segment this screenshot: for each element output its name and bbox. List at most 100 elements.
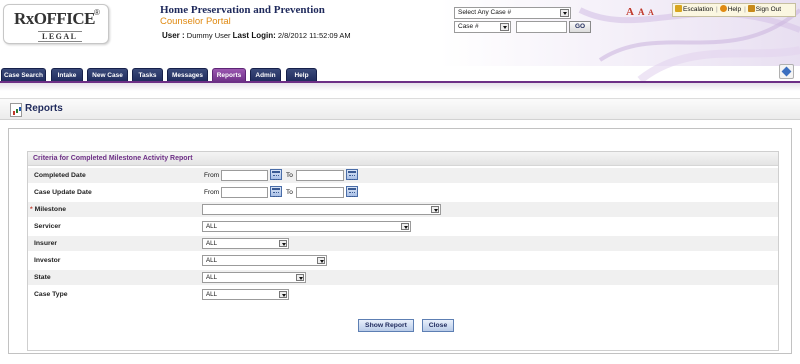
logo-registered-mark: ® (94, 8, 100, 17)
insurer-select[interactable]: ALL (202, 238, 289, 249)
completed-date-label: Completed Date (34, 172, 86, 179)
last-login-value: 2/8/2012 11:52:09 AM (277, 31, 351, 40)
escalation-icon (675, 5, 682, 12)
calendar-icon[interactable] (270, 186, 282, 197)
font-size-small[interactable]: A (648, 8, 654, 17)
tab-help[interactable]: Help (286, 68, 317, 82)
completed-date-row: Completed Date From To (28, 168, 778, 184)
case-type-select[interactable]: Case # (454, 21, 511, 33)
header: RxOFFICE ® LEGAL Home Preservation and P… (0, 0, 800, 82)
sign-out-link[interactable]: Sign Out (747, 4, 782, 16)
chevron-down-icon (401, 223, 409, 230)
user-info: User : Dummy User Last Login: 2/8/2012 1… (162, 31, 351, 40)
chevron-down-icon (296, 274, 304, 281)
state-select[interactable]: ALL (202, 272, 306, 283)
tools-icon[interactable] (779, 64, 794, 79)
tab-reports[interactable]: Reports (212, 68, 246, 82)
case-type-select-value: ALL (206, 291, 218, 298)
nav-shadow (0, 83, 800, 91)
chevron-down-icon (279, 240, 287, 247)
state-select-value: ALL (206, 274, 218, 281)
top-links-bar: Escalation | Help | Sign Out (672, 3, 796, 17)
escalation-link[interactable]: Escalation (675, 4, 713, 16)
chevron-down-icon (431, 206, 439, 213)
app-title: Home Preservation and Prevention (160, 4, 325, 16)
help-label: Help (727, 6, 742, 13)
servicer-select[interactable]: ALL (202, 221, 411, 232)
link-divider: | (716, 6, 718, 13)
milestone-label-text: Milestone (34, 206, 67, 213)
section-title: Criteria for Completed Milestone Activit… (28, 152, 778, 166)
link-divider: | (744, 6, 746, 13)
page-title: Reports (25, 103, 63, 114)
state-row: State ALL (28, 270, 778, 286)
page-title-bar: Reports (0, 98, 800, 120)
go-button[interactable]: GO (569, 21, 591, 33)
tab-tasks[interactable]: Tasks (132, 68, 163, 82)
servicer-row: Servicer ALL (28, 219, 778, 235)
help-link[interactable]: Help (719, 4, 742, 16)
calendar-icon[interactable] (270, 169, 282, 180)
tab-new-case[interactable]: New Case (87, 68, 128, 82)
case-update-date-to-input[interactable] (296, 187, 344, 198)
app-logo[interactable]: RxOFFICE ® LEGAL (3, 4, 109, 44)
insurer-row: Insurer ALL (28, 236, 778, 252)
from-label: From (204, 189, 220, 196)
tab-admin[interactable]: Admin (250, 68, 281, 82)
chevron-down-icon (279, 291, 287, 298)
investor-select-value: ALL (206, 257, 218, 264)
font-size-controls: A A A (626, 6, 656, 18)
to-label: To (286, 189, 293, 196)
case-select[interactable]: Select Any Case # (454, 7, 571, 19)
investor-row: Investor ALL (28, 253, 778, 269)
case-type-select[interactable]: ALL (202, 289, 289, 300)
app-subtitle: Counselor Portal (160, 16, 231, 27)
case-type-row: Case Type ALL (28, 287, 778, 303)
tab-intake[interactable]: Intake (51, 68, 83, 82)
to-label: To (286, 172, 293, 179)
tab-messages[interactable]: Messages (167, 68, 208, 82)
case-type-label: Case Type (34, 291, 68, 298)
completed-date-from-input[interactable] (221, 170, 268, 181)
help-icon (719, 5, 727, 12)
milestone-label: * Milestone (30, 206, 66, 213)
state-label: State (34, 274, 51, 281)
from-label: From (204, 172, 220, 179)
completed-date-to-input[interactable] (296, 170, 344, 181)
user-name: Dummy User (186, 31, 231, 40)
case-select-value: Select Any Case # (458, 9, 512, 16)
calendar-icon[interactable] (346, 169, 358, 180)
milestone-select[interactable] (202, 204, 441, 215)
last-login-label: Last Login: (232, 31, 276, 40)
logo-sub-text: LEGAL (38, 31, 82, 42)
show-report-button[interactable]: Show Report (358, 319, 414, 332)
investor-label: Investor (34, 257, 61, 264)
case-update-date-from-input[interactable] (221, 187, 268, 198)
font-size-medium[interactable]: A (638, 7, 645, 17)
calendar-icon[interactable] (346, 186, 358, 197)
servicer-select-value: ALL (206, 223, 218, 230)
chevron-down-icon (317, 257, 325, 264)
lock-icon (747, 5, 755, 12)
insurer-label: Insurer (34, 240, 58, 247)
case-update-date-label: Case Update Date (34, 189, 92, 196)
chevron-down-icon (560, 9, 569, 17)
escalation-label: Escalation (683, 6, 713, 13)
milestone-row: * Milestone (28, 202, 778, 218)
user-label: User : (162, 31, 185, 40)
font-size-large[interactable]: A (626, 6, 634, 18)
sign-out-label: Sign Out (755, 6, 782, 13)
investor-select[interactable]: ALL (202, 255, 327, 266)
report-icon (10, 103, 22, 117)
content-panel: Criteria for Completed Milestone Activit… (8, 128, 792, 354)
servicer-label: Servicer (34, 223, 61, 230)
chevron-down-icon (500, 23, 509, 31)
logo-main-text: RxOFFICE (14, 9, 96, 28)
case-update-date-row: Case Update Date From To (28, 185, 778, 201)
tab-case-search[interactable]: Case Search (1, 68, 46, 82)
close-button[interactable]: Close (422, 319, 454, 332)
case-type-select-value: Case # (458, 23, 479, 30)
report-criteria-section: Criteria for Completed Milestone Activit… (27, 151, 779, 351)
insurer-select-value: ALL (206, 240, 218, 247)
case-search-input[interactable] (516, 21, 567, 33)
